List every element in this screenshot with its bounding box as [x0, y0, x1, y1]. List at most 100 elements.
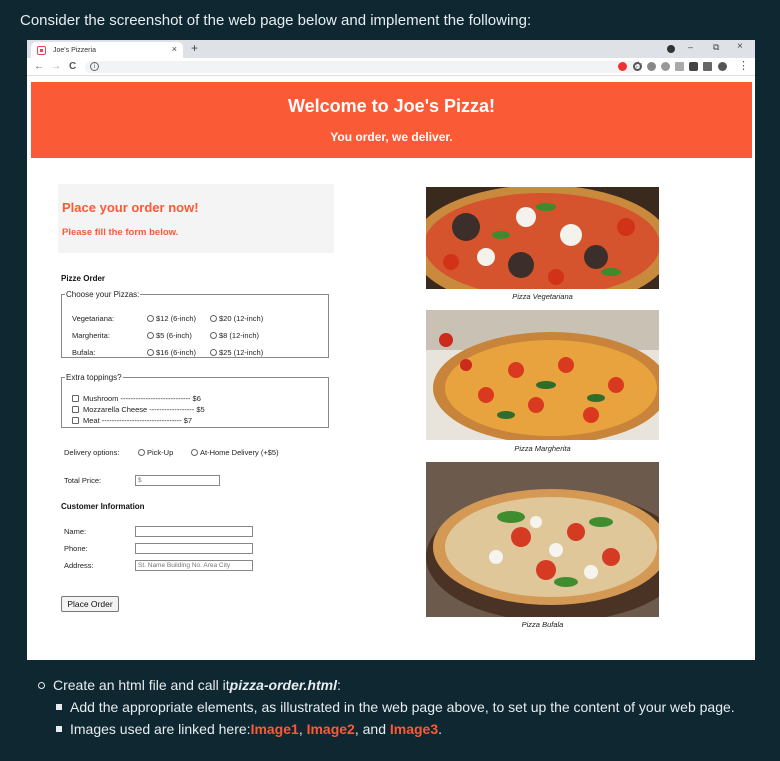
- radio-option[interactable]: $25 (12-inch): [210, 348, 263, 357]
- info-icon[interactable]: i: [90, 62, 99, 71]
- image1-link[interactable]: Image1: [251, 718, 299, 740]
- pizza-bufala-image: [426, 462, 659, 617]
- pizza-name: Margherita:: [72, 331, 110, 340]
- media-icon[interactable]: [703, 62, 712, 71]
- back-icon[interactable]: ←: [34, 61, 44, 72]
- checkbox[interactable]: [72, 417, 79, 424]
- instruction-colon: :: [337, 677, 341, 693]
- toppings-legend: Extra toppings?: [66, 373, 122, 382]
- pizza-favicon-icon: [37, 46, 46, 55]
- instruction-text: Add the appropriate elements, as illustr…: [70, 699, 735, 715]
- separator-text: ,: [298, 721, 307, 737]
- extensions-puzzle-icon[interactable]: [689, 62, 698, 71]
- checkbox[interactable]: [72, 406, 79, 413]
- name-input[interactable]: [135, 526, 253, 537]
- order-callout: Place your order now! Please fill the fo…: [58, 184, 334, 253]
- customer-heading: Customer Information: [61, 502, 145, 511]
- topping-label: Meat -------------------------------- $7: [83, 416, 193, 425]
- extension-avatar-icon[interactable]: [661, 62, 670, 71]
- delivery-label: Delivery options:: [64, 448, 120, 457]
- instruction-item: Create an html file and call it pizza-or…: [38, 674, 735, 696]
- total-label: Total Price:: [64, 476, 102, 485]
- radio-button[interactable]: [147, 315, 154, 322]
- caption-margherita: Pizza Margherita: [514, 444, 571, 453]
- delivery-home-option[interactable]: At-Home Delivery (+$5): [191, 448, 279, 457]
- pickup-label: Pick-Up: [147, 448, 174, 457]
- intro-text: Consider the screenshot of the web page …: [20, 12, 532, 29]
- banner-title: Welcome to Joe's Pizza!: [287, 96, 495, 116]
- address-bar-row: ← → C i ☆ ⋮: [27, 58, 755, 76]
- minimize-icon[interactable]: –: [688, 42, 693, 52]
- image2-link[interactable]: Image2: [307, 718, 355, 740]
- tab-close-icon[interactable]: ×: [172, 44, 177, 54]
- period-text: .: [438, 721, 443, 737]
- image3-link[interactable]: Image3: [390, 718, 438, 740]
- radio-button[interactable]: [210, 315, 217, 322]
- callout-title: Place your order now!: [62, 200, 199, 215]
- separator-text: , and: [354, 721, 390, 737]
- radio-option[interactable]: $5 (6-inch): [147, 331, 192, 340]
- extension-red-icon[interactable]: [618, 62, 627, 71]
- radio-option[interactable]: $8 (12-inch): [210, 331, 259, 340]
- header-banner: Welcome to Joe's Pizza! You order, we de…: [31, 82, 752, 158]
- phone-label: Phone:: [64, 544, 88, 553]
- file-name: pizza-order.html: [229, 677, 337, 693]
- total-price-field[interactable]: $: [135, 475, 220, 486]
- topping-label: Mozzarella Cheese ------------------ $5: [83, 405, 205, 414]
- forward-icon[interactable]: →: [51, 61, 61, 72]
- pizzas-legend: Choose your Pizzas:: [66, 290, 140, 299]
- bullet-circle-icon: [38, 681, 45, 689]
- tab-bar: Joe's Pizzeria × + – ⧉ ×: [27, 40, 755, 58]
- radio-button[interactable]: [147, 349, 154, 356]
- maximize-icon[interactable]: ⧉: [713, 42, 719, 53]
- option-label: $25 (12-inch): [219, 348, 264, 357]
- radio-button[interactable]: [210, 332, 217, 339]
- banner-subtitle: You order, we deliver.: [330, 130, 453, 144]
- radio-button[interactable]: [191, 449, 198, 456]
- new-tab-icon[interactable]: +: [191, 41, 198, 55]
- pizza-vegetariana-image: [426, 187, 659, 289]
- instruction-text: Images used are linked here:: [70, 721, 251, 737]
- tab-title: Joe's Pizzeria: [53, 46, 96, 54]
- pizza-name: Vegetariana:: [72, 314, 115, 323]
- caption-bufala: Pizza Bufala: [521, 620, 564, 629]
- option-label: $16 (6-inch): [156, 348, 197, 357]
- address-input[interactable]: St. Name Building No. Area City: [135, 560, 253, 571]
- topping-checkbox[interactable]: Mushroom ---------------------------- $6: [72, 394, 201, 403]
- extension-grid-icon[interactable]: [675, 62, 684, 71]
- checkbox[interactable]: [72, 395, 79, 402]
- menu-icon[interactable]: ⋮: [738, 59, 749, 72]
- radio-button[interactable]: [138, 449, 145, 456]
- radio-option[interactable]: $12 (6-inch): [147, 314, 196, 323]
- radio-button[interactable]: [147, 332, 154, 339]
- extension-circle-icon[interactable]: [633, 62, 642, 71]
- profile-dot-icon[interactable]: [667, 45, 675, 53]
- phone-input[interactable]: [135, 543, 253, 554]
- delivery-pickup-option[interactable]: Pick-Up: [138, 448, 173, 457]
- option-label: $20 (12-inch): [219, 314, 264, 323]
- instruction-subitem: Add the appropriate elements, as illustr…: [38, 696, 735, 718]
- close-window-icon[interactable]: ×: [737, 41, 743, 52]
- option-label: $12 (6-inch): [156, 314, 197, 323]
- radio-button[interactable]: [210, 349, 217, 356]
- instruction-subitem: Images used are linked here: Image1 , Im…: [38, 718, 735, 740]
- topping-checkbox[interactable]: Mozzarella Cheese ------------------ $5: [72, 405, 205, 414]
- option-label: $8 (12-inch): [219, 331, 260, 340]
- caption-vegetariana: Pizza Vegetariana: [512, 292, 573, 301]
- place-order-button[interactable]: Place Order: [61, 596, 119, 612]
- topping-checkbox[interactable]: Meat -------------------------------- $7: [72, 416, 192, 425]
- bullet-square-icon: [56, 726, 62, 732]
- page-content: Welcome to Joe's Pizza! You order, we de…: [27, 77, 755, 660]
- radio-option[interactable]: $16 (6-inch): [147, 348, 196, 357]
- instructions-list: Create an html file and call it pizza-or…: [38, 674, 735, 740]
- topping-label: Mushroom ---------------------------- $6: [83, 394, 201, 403]
- profile-avatar-icon[interactable]: [718, 62, 727, 71]
- reload-icon[interactable]: C: [69, 61, 76, 72]
- extension-gray-icon[interactable]: [647, 62, 656, 71]
- omnibox[interactable]: i ☆: [85, 60, 643, 73]
- browser-tab[interactable]: Joe's Pizzeria ×: [31, 42, 183, 58]
- home-delivery-label: At-Home Delivery (+$5): [200, 448, 279, 457]
- bullet-square-icon: [56, 704, 62, 710]
- radio-option[interactable]: $20 (12-inch): [210, 314, 263, 323]
- name-label: Name:: [64, 527, 87, 536]
